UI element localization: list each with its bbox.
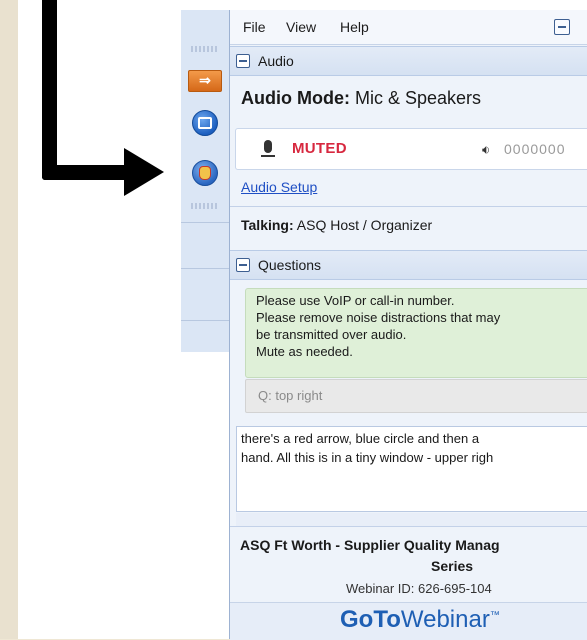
talking-label: Talking:: [241, 217, 294, 233]
section-divider: [230, 526, 587, 527]
arrow-icon: ⇒: [188, 70, 222, 92]
minimize-button[interactable]: [554, 19, 570, 35]
toolbar-divider: [181, 268, 229, 269]
questions-section-header[interactable]: Questions: [230, 250, 587, 280]
microphone-icon[interactable]: [264, 140, 272, 153]
webinar-id: Webinar ID: 626-695-104: [346, 581, 492, 596]
message-line: there's a red arrow, blue circle and the…: [241, 431, 480, 446]
collapse-icon[interactable]: [236, 258, 250, 272]
gotowebinar-logo: GoToWebinar™: [340, 606, 500, 633]
show-hide-panel-button[interactable]: ⇒: [188, 67, 222, 95]
audio-section-title: Audio: [258, 53, 294, 69]
submitted-question[interactable]: Q: top right: [245, 379, 587, 413]
notice-line: be transmitted over audio.: [256, 327, 407, 342]
menu-help[interactable]: Help: [340, 19, 369, 35]
toolbar-divider: [181, 222, 229, 223]
background-edge: [0, 0, 18, 639]
muted-status[interactable]: MUTED: [292, 140, 347, 157]
mute-status-row: MUTED 🔉︎ 0000000: [235, 128, 587, 170]
question-entry-box[interactable]: there's a red arrow, blue circle and the…: [236, 426, 587, 512]
raise-hand-icon: [192, 160, 218, 186]
audio-mode: Audio Mode: Mic & Speakers: [241, 88, 481, 109]
annotation-arrow-shaft: [42, 165, 132, 180]
control-panel-toolbar: ⇒: [181, 10, 230, 352]
microphone-icon-base: [261, 155, 275, 157]
brand-footer: GoToWebinar™: [230, 602, 587, 640]
toolbar-grip[interactable]: [191, 46, 219, 52]
menu-bar: File View Help: [230, 10, 587, 45]
minimize-icon: [558, 26, 566, 28]
notice-line: Please use VoIP or call-in number.: [256, 293, 455, 308]
raise-hand-button[interactable]: [188, 159, 222, 187]
annotation-arrow-head: [124, 148, 164, 196]
toolbar-divider: [181, 320, 229, 321]
talking-value: ASQ Host / Organizer: [296, 217, 433, 233]
send-area: [236, 513, 587, 527]
webinar-control-panel: File View Help Audio Audio Mode: Mic & S…: [229, 10, 587, 640]
audio-section-header[interactable]: Audio: [230, 46, 587, 76]
audio-mode-label: Audio Mode:: [241, 88, 350, 108]
section-divider: [230, 206, 587, 207]
audio-level-meter: 0000000: [504, 141, 566, 157]
audio-mode-value: Mic & Speakers: [355, 88, 482, 108]
notice-line: Please remove noise distractions that ma…: [256, 310, 501, 325]
talking-indicator: Talking: ASQ Host / Organizer: [241, 217, 432, 233]
organizer-notice: Please use VoIP or call-in number. Pleas…: [245, 288, 587, 378]
speaker-icon: 🔉︎: [482, 142, 491, 157]
question-text: Q: top right: [258, 388, 323, 403]
message-line: hand. All this is in a tiny window - upp…: [241, 450, 494, 465]
menu-file[interactable]: File: [243, 19, 266, 35]
questions-section-title: Questions: [258, 257, 322, 273]
audio-setup-link[interactable]: Audio Setup: [241, 179, 317, 195]
menu-view[interactable]: View: [286, 19, 316, 35]
toolbar-grip-bottom[interactable]: [191, 203, 219, 209]
annotation-arrow-stem: [42, 0, 57, 180]
collapse-icon[interactable]: [236, 54, 250, 68]
event-series: Series: [431, 558, 474, 574]
event-title: ASQ Ft Worth - Supplier Quality Manag: [240, 537, 500, 553]
screen-sharing-button[interactable]: [188, 109, 222, 137]
screen-icon: [192, 110, 218, 136]
notice-line: Mute as needed.: [256, 344, 353, 359]
